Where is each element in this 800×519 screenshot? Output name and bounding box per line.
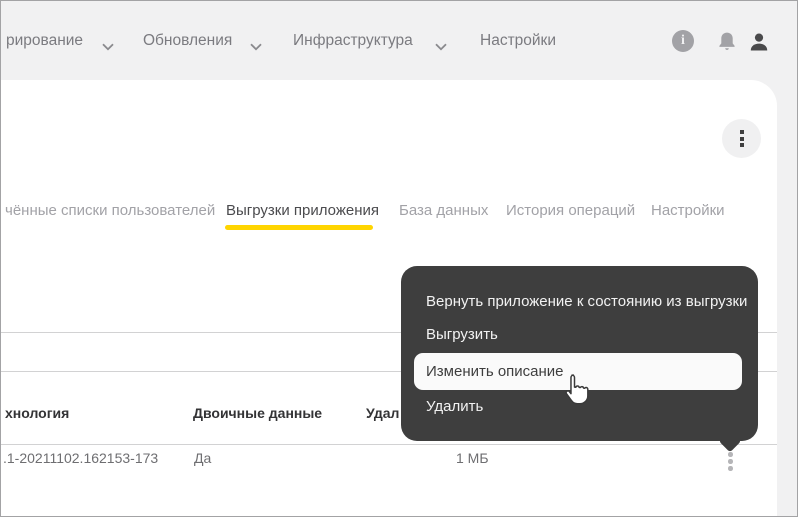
- row-actions-kebab-button[interactable]: [726, 450, 735, 473]
- row-cell-binary-data: Да: [194, 450, 212, 466]
- kebab-dot: [739, 143, 744, 147]
- page-actions-kebab-button[interactable]: [722, 119, 761, 158]
- hand-cursor-icon: [561, 373, 591, 412]
- nav-item-administration[interactable]: рирование: [6, 32, 83, 50]
- kebab-dot: [728, 466, 733, 471]
- active-tab-underline: [225, 225, 373, 230]
- tab-app-exports[interactable]: Выгрузки приложения: [226, 202, 379, 219]
- tab-operations-history[interactable]: История операций: [506, 202, 635, 219]
- chevron-down-icon: [102, 38, 114, 56]
- column-header-deleted: Удал: [366, 405, 400, 421]
- nav-item-infrastructure[interactable]: Инфраструктура: [293, 32, 413, 50]
- tab-settings[interactable]: Настройки: [651, 202, 725, 219]
- app-window: рирование Обновления Инфраструктура Наст…: [0, 0, 798, 517]
- tab-user-lists[interactable]: чённые списки пользователей: [5, 202, 215, 219]
- tab-database[interactable]: База данных: [399, 202, 488, 219]
- menu-item-restore-app[interactable]: Вернуть приложение к состоянию из выгруз…: [426, 293, 747, 310]
- chevron-down-icon: [250, 38, 262, 56]
- table-header-border: [1, 444, 777, 445]
- menu-item-edit-description[interactable]: Изменить описание: [426, 363, 564, 380]
- user-icon[interactable]: [747, 30, 771, 54]
- context-menu: Вернуть приложение к состоянию из выгруз…: [401, 266, 758, 441]
- column-header-technology: хнология: [5, 405, 70, 421]
- menu-item-delete[interactable]: Удалить: [426, 398, 483, 415]
- kebab-dot: [739, 130, 744, 134]
- info-icon[interactable]: i: [672, 30, 696, 54]
- kebab-dot: [739, 136, 744, 141]
- top-navigation-bar: рирование Обновления Инфраструктура Наст…: [1, 1, 797, 80]
- row-cell-version: .1-20211102.162153-173: [3, 450, 159, 466]
- nav-item-updates[interactable]: Обновления: [143, 32, 232, 50]
- column-header-binary-data: Двоичные данные: [193, 405, 323, 421]
- nav-item-settings[interactable]: Настройки: [480, 32, 556, 50]
- menu-item-export[interactable]: Выгрузить: [426, 326, 498, 343]
- kebab-dot: [728, 452, 733, 457]
- kebab-dot: [728, 459, 733, 464]
- bell-icon[interactable]: [715, 30, 739, 54]
- row-cell-size: 1 МБ: [456, 450, 489, 466]
- chevron-down-icon: [435, 38, 447, 56]
